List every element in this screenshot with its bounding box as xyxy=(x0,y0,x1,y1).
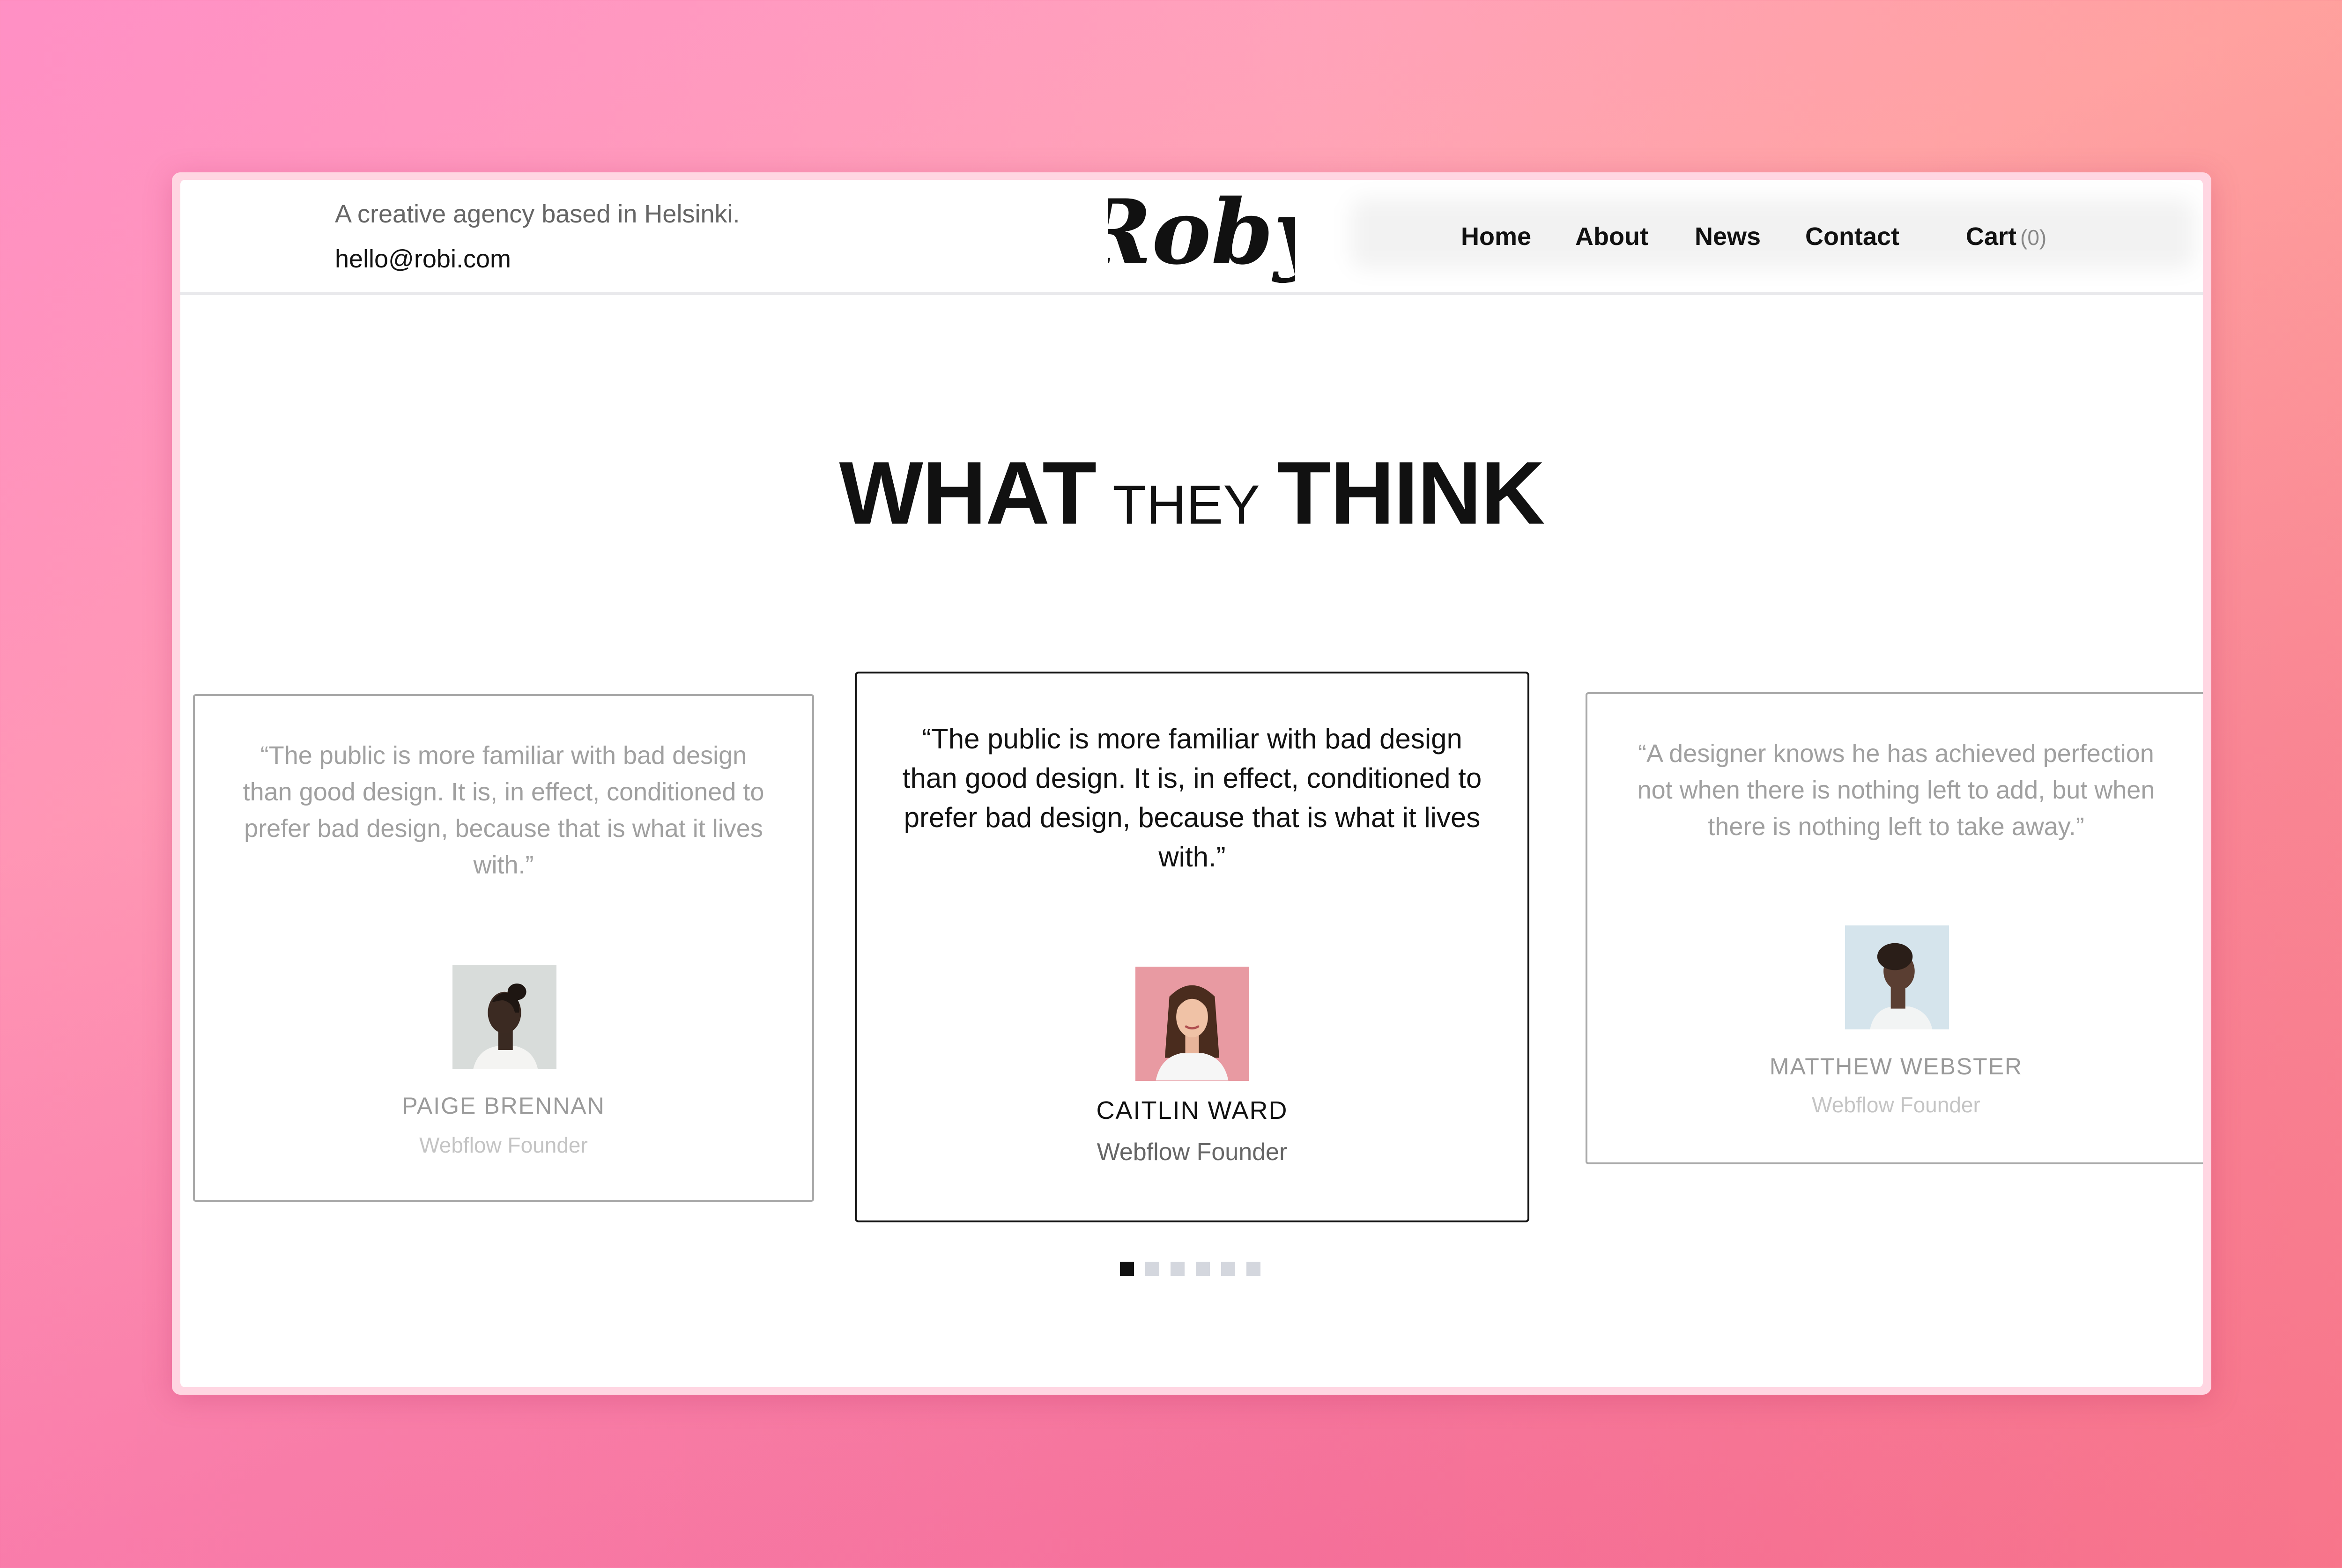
nav-news[interactable]: News xyxy=(1695,222,1761,251)
slider-dot[interactable] xyxy=(1120,1262,1134,1276)
testimonial-quote: “The public is more familiar with bad de… xyxy=(243,741,764,879)
heading-they: THEY xyxy=(1112,474,1260,536)
slider-dot[interactable] xyxy=(1246,1262,1260,1276)
avatar xyxy=(1135,967,1249,1081)
roby-logo[interactable]: Roby xyxy=(1075,180,1330,290)
testimonial-name: CAITLIN WARD xyxy=(1096,1096,1288,1124)
testimonial-quote: “The public is more familiar with bad de… xyxy=(902,723,1482,873)
heading-what: WHAT xyxy=(839,444,1097,543)
testimonial-card[interactable]: “A designer knows he has achieved perfec… xyxy=(1586,692,2203,1164)
cart-count: (0) xyxy=(2020,225,2047,250)
contact-email-link[interactable]: hello@robi.com xyxy=(335,244,511,274)
cart-label: Cart xyxy=(1966,222,2017,251)
section-heading: WHAT THEY THINK xyxy=(180,442,2203,544)
heading-think: THINK xyxy=(1276,444,1545,543)
slider-dots xyxy=(1120,1262,1260,1276)
roby-logo-icon: Roby xyxy=(1075,180,1330,284)
testimonial-name: PAIGE BRENNAN xyxy=(402,1093,605,1119)
nav-about[interactable]: About xyxy=(1575,222,1648,251)
testimonial-role: Webflow Founder xyxy=(1812,1093,1980,1117)
testimonial-quote: “A designer knows he has achieved perfec… xyxy=(1637,740,2155,841)
avatar xyxy=(1845,925,1949,1029)
testimonial-card-active[interactable]: “The public is more familiar with bad de… xyxy=(855,672,1529,1222)
agency-tagline: A creative agency based in Helsinki. xyxy=(335,200,740,228)
slider-dot[interactable] xyxy=(1196,1262,1210,1276)
page-window: A creative agency based in Helsinki. hel… xyxy=(180,180,2203,1387)
testimonial-name: MATTHEW WEBSTER xyxy=(1769,1053,2023,1080)
testimonial-card[interactable]: “The public is more familiar with bad de… xyxy=(193,694,814,1202)
testimonial-role: Webflow Founder xyxy=(1097,1139,1288,1166)
site-header: A creative agency based in Helsinki. hel… xyxy=(180,180,2203,295)
cart-button[interactable]: Cart (0) xyxy=(1966,222,2046,251)
slider-dot[interactable] xyxy=(1221,1262,1235,1276)
avatar xyxy=(452,965,556,1069)
woman-profile-portrait-icon xyxy=(452,965,556,1069)
smiling-woman-portrait-icon xyxy=(1135,967,1249,1080)
logo-wordmark: Roby xyxy=(1108,183,1295,284)
slider-dot[interactable] xyxy=(1171,1262,1185,1276)
nav-contact[interactable]: Contact xyxy=(1805,222,1899,251)
nav-home[interactable]: Home xyxy=(1461,222,1531,251)
slider-dot[interactable] xyxy=(1145,1262,1159,1276)
man-profile-portrait-icon xyxy=(1845,925,1949,1029)
testimonial-role: Webflow Founder xyxy=(419,1133,588,1157)
